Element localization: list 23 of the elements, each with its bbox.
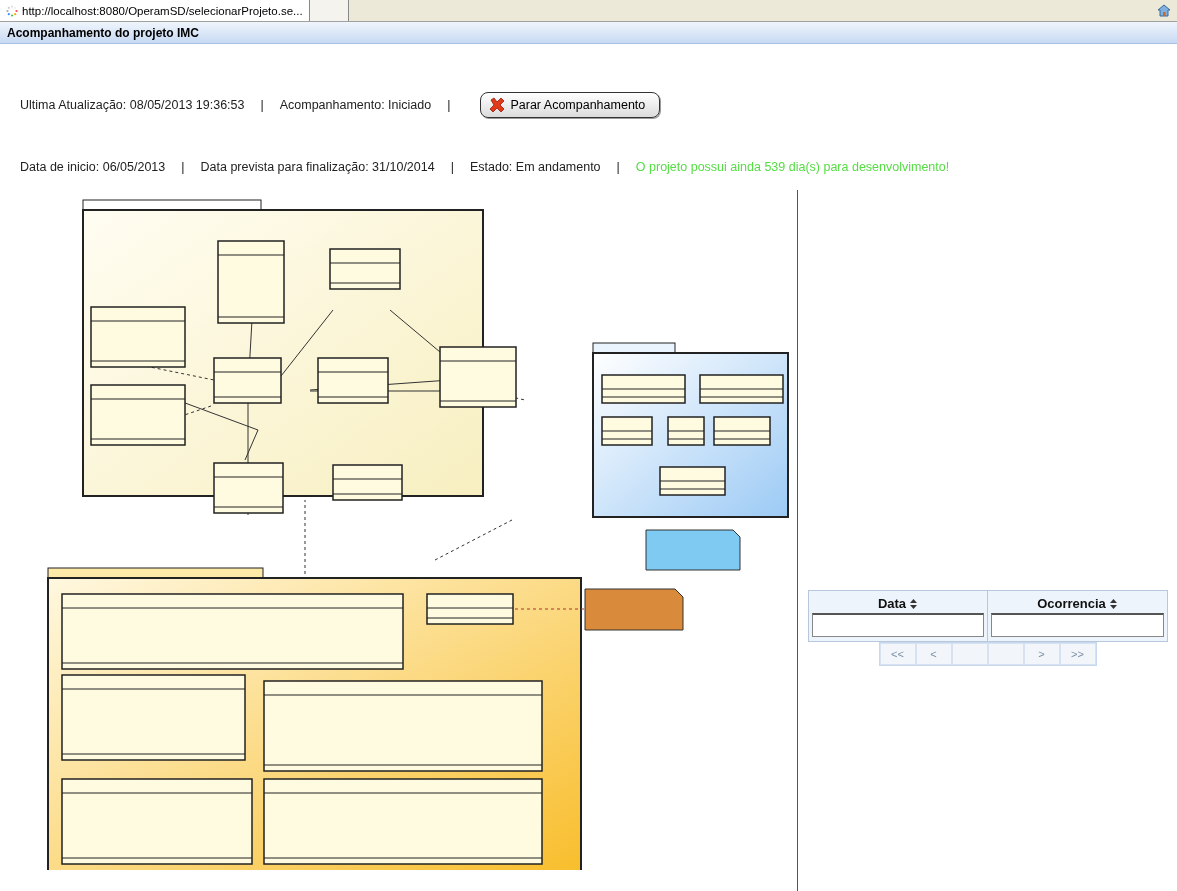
close-icon bbox=[489, 97, 506, 113]
separator-text: | bbox=[260, 98, 264, 112]
column-header[interactable]: Ocorrencia bbox=[1037, 596, 1117, 611]
filter-field[interactable] bbox=[990, 613, 1164, 637]
sort-icon bbox=[910, 598, 918, 609]
info-text: Acompanhamento: Iniciado bbox=[279, 98, 432, 112]
separator-text: | bbox=[450, 160, 454, 174]
info-text: Data de inicio: 06/05/2013 bbox=[20, 160, 166, 174]
filter-field[interactable] bbox=[811, 613, 984, 637]
column-header[interactable]: Data bbox=[877, 596, 918, 611]
info-text: Estado: Em andamento bbox=[469, 160, 601, 174]
info-text: Ultima Atualização: 08/05/2013 19:36:53 bbox=[20, 98, 245, 112]
page-title: Acompanhamento do projeto IMC bbox=[0, 22, 1177, 44]
separator-text: | bbox=[616, 160, 620, 174]
sort-icon bbox=[1109, 598, 1117, 609]
stop-button[interactable]: Parar Acompanhamento bbox=[480, 92, 661, 118]
separator-text: | bbox=[181, 160, 185, 174]
loading-icon bbox=[6, 4, 18, 17]
notice-text: O projeto possui ainda 539 dia(s) para desenvolvimento! bbox=[635, 160, 950, 174]
info-text: Data prevista para finalização: 31/10/2014 bbox=[200, 160, 435, 174]
browser-tab[interactable]: http://localhost:8080/OperamSD/selecionarProjeto.se... bbox=[0, 0, 310, 21]
home-icon[interactable] bbox=[1157, 4, 1171, 17]
separator-text: | bbox=[447, 98, 451, 112]
